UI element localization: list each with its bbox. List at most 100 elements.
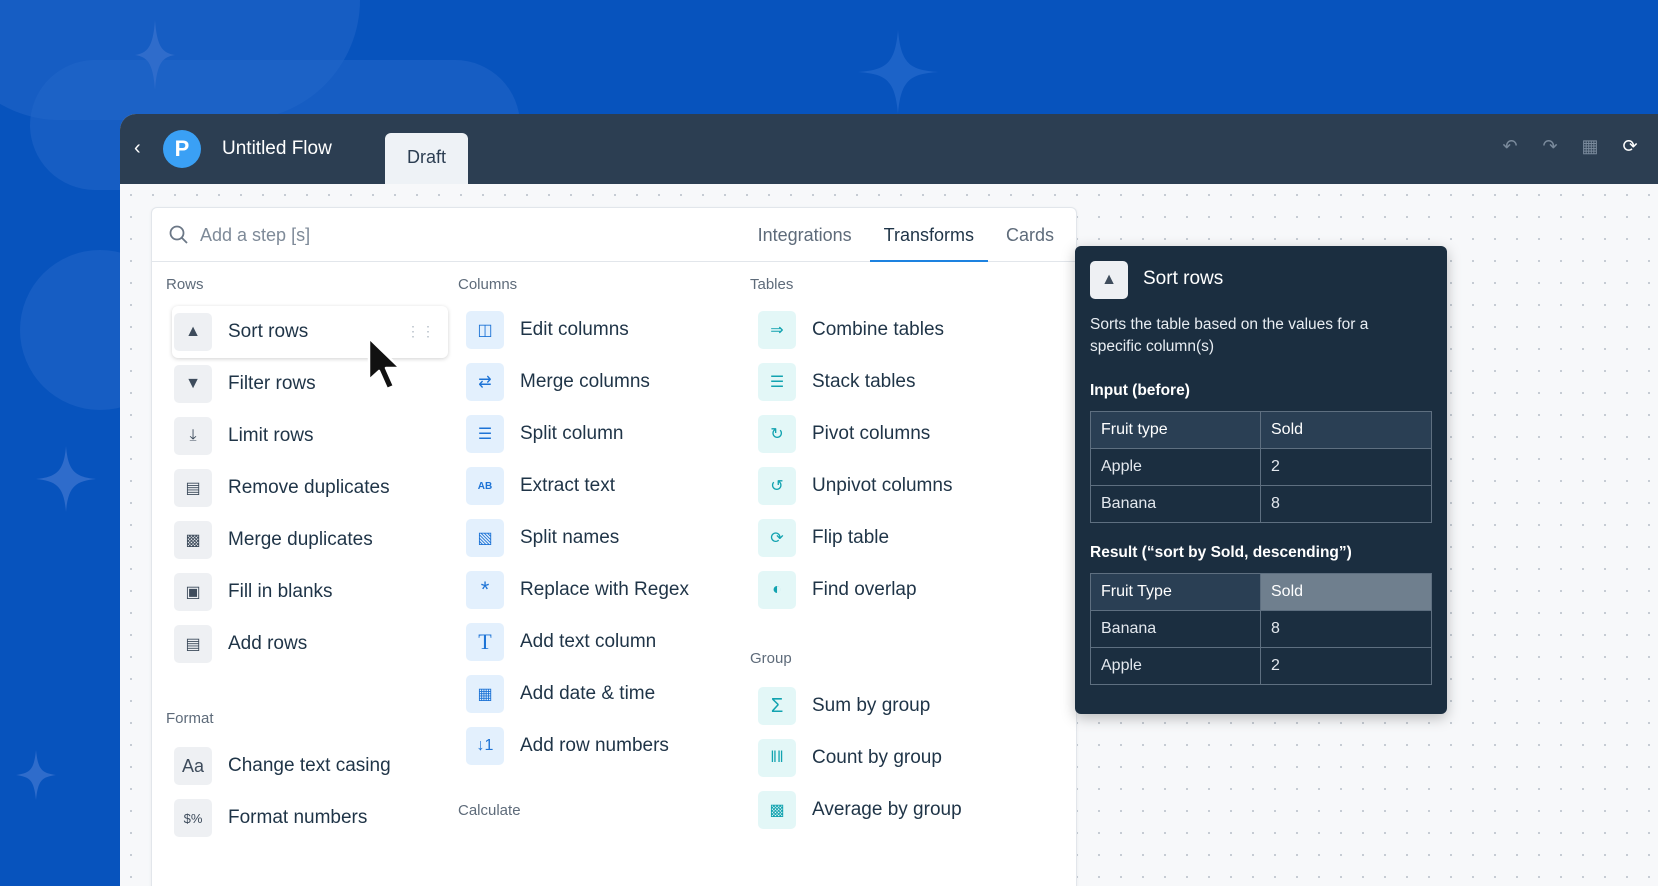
- app-logo: P: [163, 130, 201, 168]
- add-rows-icon: ▤: [174, 625, 212, 663]
- app-window: ‹ P Untitled Flow Draft ↶ ↷ ▦ ⟳ ⋮ Integr…: [120, 114, 1658, 886]
- calendar-icon: ▦: [466, 675, 504, 713]
- step-tabs: Integrations Transforms Cards: [742, 208, 1076, 262]
- table-header-row: Fruit type Sold: [1090, 411, 1432, 449]
- result-heading: Result (“sort by Sold, descending”): [1090, 544, 1352, 561]
- rows-column: Rows ▲ Sort rows ⋮⋮ ▼ Filter rows ⤓ Limit ro…: [166, 274, 456, 844]
- tab-draft[interactable]: Draft: [385, 133, 468, 184]
- step-add-date-time[interactable]: ▦ Add date & time: [458, 668, 748, 720]
- section-title-format: Format: [166, 710, 214, 727]
- step-pivot-columns[interactable]: ↻ Pivot columns: [750, 408, 1040, 460]
- sparkle-icon: [16, 750, 56, 800]
- refresh-icon[interactable]: ⟳: [1620, 136, 1640, 157]
- tab-cards[interactable]: Cards: [992, 208, 1068, 262]
- detail-description: Sorts the table based on the values for …: [1090, 316, 1369, 355]
- section-title-columns: Columns: [458, 276, 518, 293]
- step-add-row-numbers[interactable]: ↓1 Add row numbers: [458, 720, 748, 772]
- sort-icon: ▲: [1090, 261, 1128, 299]
- toolbar: ↶ ↷ ▦ ⟳ ⋮: [1500, 136, 1658, 157]
- remove-duplicates-icon: ▤: [174, 469, 212, 507]
- table-cell: 2: [1260, 647, 1432, 685]
- section-title-rows: Rows: [166, 276, 204, 293]
- step-sum-by-group[interactable]: Σ Sum by group: [750, 680, 1040, 732]
- step-change-text-casing[interactable]: Aa Change text casing: [166, 740, 456, 792]
- step-detail-popover: ▲ Sort rows Sorts the table based on the…: [1075, 246, 1447, 714]
- row-numbers-icon: ↓1: [466, 727, 504, 765]
- search-input[interactable]: [200, 220, 600, 250]
- step-fill-in-blanks[interactable]: ▣ Fill in blanks: [166, 566, 456, 618]
- step-merge-columns[interactable]: ⇄ Merge columns: [458, 356, 748, 408]
- table-header: Sold: [1260, 573, 1432, 611]
- step-edit-columns[interactable]: ◫ Edit columns: [458, 304, 748, 356]
- step-flip-table[interactable]: ⟳ Flip table: [750, 512, 1040, 564]
- merge-duplicates-icon: ▩: [174, 521, 212, 559]
- table-cell: Banana: [1090, 610, 1261, 648]
- flow-canvas[interactable]: Integrations Transforms Cards Rows ▲Sort…: [120, 184, 1658, 886]
- merge-columns-icon: ⇄: [466, 363, 504, 401]
- table-cell: Apple: [1090, 647, 1261, 685]
- input-table: Fruit type Sold Apple 2 Banana 8: [1090, 411, 1432, 523]
- table-row: Apple 2: [1090, 647, 1432, 685]
- extract-text-icon: AB: [466, 467, 504, 505]
- step-remove-duplicates[interactable]: ▤ Remove duplicates: [166, 462, 456, 514]
- fill-blanks-icon: ▣: [174, 573, 212, 611]
- edit-columns-icon: ◫: [466, 311, 504, 349]
- bar-chart-icon: ▩: [758, 791, 796, 829]
- top-bar: ‹ P Untitled Flow Draft ↶ ↷ ▦ ⟳ ⋮: [120, 114, 1658, 184]
- table-cell: 8: [1260, 610, 1432, 648]
- step-unpivot-columns[interactable]: ↺ Unpivot columns: [750, 460, 1040, 512]
- sparkle-icon: [36, 446, 96, 512]
- table-cell: Apple: [1090, 448, 1261, 486]
- filter-icon: ▼: [174, 365, 212, 403]
- sum-icon: Σ: [758, 687, 796, 725]
- step-replace-with-regex[interactable]: * Replace with Regex: [458, 564, 748, 616]
- table-row: Banana 8: [1090, 610, 1432, 648]
- step-merge-duplicates[interactable]: ▩ Merge duplicates: [166, 514, 456, 566]
- flow-title[interactable]: Untitled Flow: [222, 138, 332, 160]
- table-header: Sold: [1260, 411, 1432, 449]
- save-icon[interactable]: ▦: [1580, 136, 1600, 157]
- step-split-column[interactable]: ☰ Split column: [458, 408, 748, 460]
- flip-icon: ⟳: [758, 519, 796, 557]
- undo-icon[interactable]: ↶: [1500, 136, 1520, 157]
- step-format-numbers[interactable]: $% Format numbers: [166, 792, 456, 844]
- step-filter-rows[interactable]: ▼ Filter rows: [166, 358, 456, 410]
- step-stack-tables[interactable]: ☰ Stack tables: [750, 356, 1040, 408]
- stack-icon: ☰: [758, 363, 796, 401]
- table-row: Banana 8: [1090, 485, 1432, 523]
- tables-column: Tables ⇒ Combine tables ☰ Stack tables ↻ Pi…: [750, 274, 1040, 836]
- table-header: Fruit Type: [1090, 573, 1261, 611]
- step-count-by-group[interactable]: ‖‖ Count by group: [750, 732, 1040, 784]
- step-add-rows[interactable]: ▤ Add rows: [166, 618, 456, 670]
- step-limit-rows[interactable]: ⤓ Limit rows: [166, 410, 456, 462]
- step-split-names[interactable]: ▧ Split names: [458, 512, 748, 564]
- section-title-group: Group: [750, 650, 792, 667]
- sort-icon: ▲: [174, 313, 212, 351]
- drag-handle-icon[interactable]: ⋮⋮: [406, 323, 436, 340]
- redo-icon[interactable]: ↷: [1540, 136, 1560, 157]
- combine-icon: ⇒: [758, 311, 796, 349]
- tab-integrations[interactable]: Integrations: [744, 208, 866, 262]
- step-find-overlap[interactable]: ◐ Find overlap: [750, 564, 1040, 616]
- step-extract-text[interactable]: AB Extract text: [458, 460, 748, 512]
- limit-icon: ⤓: [174, 417, 212, 455]
- section-title-tables: Tables: [750, 276, 794, 293]
- columns-column: Columns ◫ Edit columns ⇄ Merge columns ☰ Sp…: [458, 274, 748, 832]
- format-numbers-icon: $%: [174, 799, 212, 837]
- table-cell: Banana: [1090, 485, 1261, 523]
- add-step-panel: Integrations Transforms Cards Rows ▲Sort…: [151, 207, 1077, 886]
- pivot-icon: ↻: [758, 415, 796, 453]
- tab-transforms[interactable]: Transforms: [869, 208, 988, 262]
- back-chevron-icon[interactable]: ‹: [134, 136, 154, 160]
- unpivot-icon: ↺: [758, 467, 796, 505]
- step-add-text-column[interactable]: T Add text column: [458, 616, 748, 668]
- split-names-icon: ▧: [466, 519, 504, 557]
- step-sort-rows[interactable]: ▲ Sort rows ⋮⋮: [172, 306, 448, 358]
- table-header: Fruit type: [1090, 411, 1261, 449]
- step-average-by-group[interactable]: ▩ Average by group: [750, 784, 1040, 836]
- detail-title: Sort rows: [1143, 268, 1224, 289]
- search-bar: Integrations Transforms Cards: [152, 208, 1076, 262]
- overlap-icon: ◐: [758, 571, 796, 609]
- step-combine-tables[interactable]: ⇒ Combine tables: [750, 304, 1040, 356]
- table-row: Apple 2: [1090, 448, 1432, 486]
